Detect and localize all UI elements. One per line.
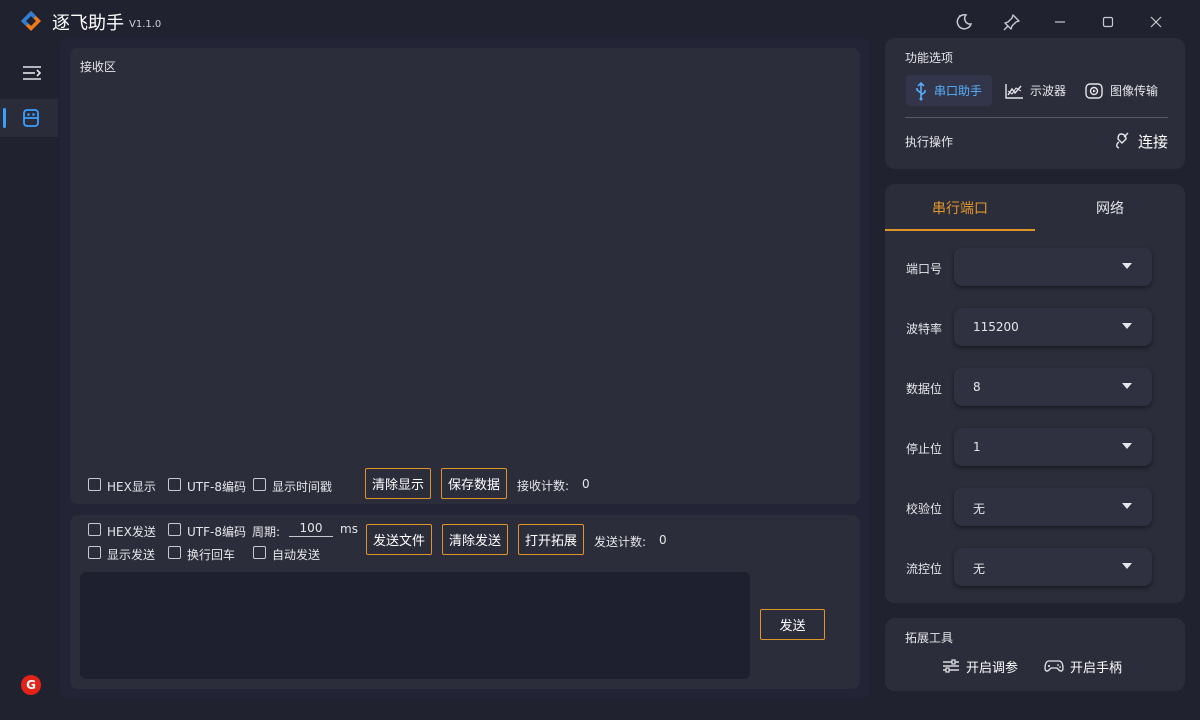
flow-control-value: 无 — [973, 562, 986, 576]
tab-oscilloscope-label: 示波器 — [1030, 84, 1067, 98]
functions-divider — [905, 117, 1168, 118]
clear-display-button[interactable]: 清除显示 — [365, 468, 431, 499]
parity-select[interactable]: 无 — [954, 488, 1152, 526]
tab-serial-assistant-label: 串口助手 — [934, 84, 983, 98]
theme-toggle-button[interactable] — [950, 8, 978, 36]
tab-network[interactable]: 网络 — [1096, 198, 1124, 218]
plug-icon — [1116, 132, 1129, 149]
active-tab-underline — [885, 229, 1035, 231]
tab-serial-assistant[interactable]: 串口助手 — [906, 75, 992, 106]
chevron-down-icon — [1122, 263, 1132, 269]
chevron-down-icon — [1122, 323, 1132, 329]
maximize-icon — [1102, 16, 1114, 28]
chevron-down-icon — [1122, 383, 1132, 389]
baud-rate-label: 波特率 — [906, 322, 943, 336]
receive-panel[interactable] — [70, 48, 860, 504]
maximize-button[interactable] — [1094, 8, 1122, 36]
stop-bits-value: 1 — [973, 440, 981, 454]
port-label: 端口号 — [906, 262, 943, 276]
send-count-value: 0 — [659, 533, 667, 547]
image-transfer-icon — [1085, 82, 1103, 99]
parity-value: 无 — [973, 502, 986, 516]
usb-icon — [916, 81, 926, 100]
baud-rate-value: 115200 — [973, 320, 1019, 334]
app-title: 逐飞助手 — [52, 13, 124, 34]
close-icon — [1150, 16, 1162, 28]
flow-control-label: 流控位 — [906, 562, 943, 576]
action-label: 执行操作 — [905, 135, 954, 149]
data-bits-value: 8 — [973, 380, 981, 394]
parity-label: 校验位 — [906, 502, 943, 516]
open-gamepad-label: 开启手柄 — [1070, 660, 1123, 676]
newline-checkbox[interactable] — [168, 546, 181, 559]
period-label: 周期: — [252, 525, 281, 539]
tab-image-transfer[interactable]: 图像传输 — [1076, 75, 1166, 106]
show-send-checkbox[interactable] — [88, 546, 101, 559]
minimize-button[interactable] — [1046, 8, 1074, 36]
show-send-label: 显示发送 — [107, 548, 156, 562]
pin-button[interactable] — [998, 8, 1026, 36]
tab-oscilloscope[interactable]: 示波器 — [996, 75, 1074, 106]
newline-label: 换行回车 — [187, 548, 236, 562]
receive-count-value: 0 — [582, 477, 590, 491]
connect-label: 连接 — [1138, 132, 1169, 151]
app-logo-icon — [21, 11, 41, 31]
stop-bits-select[interactable]: 1 — [954, 428, 1152, 466]
clear-send-button[interactable]: 清除发送 — [442, 524, 508, 555]
period-input[interactable]: 100 — [289, 521, 333, 537]
utf8-receive-label: UTF-8编码 — [187, 480, 246, 494]
hex-display-checkbox[interactable] — [88, 478, 101, 491]
period-unit: ms — [340, 522, 358, 536]
moon-icon — [956, 14, 973, 30]
send-input[interactable] — [80, 572, 750, 679]
timestamp-label: 显示时间戳 — [272, 480, 333, 494]
hex-send-checkbox[interactable] — [88, 523, 101, 536]
brand-logo-icon: G — [21, 675, 41, 695]
chevron-down-icon — [1122, 443, 1132, 449]
save-data-button[interactable]: 保存数据 — [441, 468, 507, 499]
rail-active-indicator — [3, 108, 6, 128]
flow-control-select[interactable]: 无 — [954, 548, 1152, 586]
receive-count-label: 接收计数: — [517, 479, 570, 493]
utf8-receive-checkbox[interactable] — [168, 478, 181, 491]
utf8-send-label: UTF-8编码 — [187, 525, 246, 539]
chevron-down-icon — [1122, 563, 1132, 569]
port-select[interactable] — [954, 248, 1152, 286]
collapse-menu-icon[interactable] — [20, 62, 44, 84]
send-file-button[interactable]: 发送文件 — [366, 524, 432, 555]
functions-title: 功能选项 — [905, 51, 954, 65]
hex-send-label: HEX发送 — [107, 525, 156, 539]
tab-serial-port[interactable]: 串行端口 — [932, 198, 988, 218]
utf8-send-checkbox[interactable] — [168, 523, 181, 536]
sliders-icon — [943, 659, 959, 673]
auto-send-label: 自动发送 — [272, 548, 321, 562]
timestamp-checkbox[interactable] — [253, 478, 266, 491]
open-gamepad-button[interactable]: 开启手柄 — [1044, 655, 1122, 677]
title-bar: 逐飞助手 V1.1.0 — [0, 0, 1200, 42]
tab-image-transfer-label: 图像传输 — [1110, 84, 1159, 98]
app-version: V1.1.0 — [129, 19, 162, 30]
robot-icon — [23, 109, 39, 127]
oscilloscope-icon — [1005, 83, 1023, 99]
data-bits-select[interactable]: 8 — [954, 368, 1152, 406]
chevron-down-icon — [1122, 503, 1132, 509]
minimize-icon — [1055, 21, 1065, 23]
open-tuning-button[interactable]: 开启调参 — [942, 655, 1018, 677]
pin-icon — [1003, 14, 1020, 31]
extensions-title: 拓展工具 — [905, 631, 954, 645]
stop-bits-label: 停止位 — [906, 442, 943, 456]
gamepad-icon — [1044, 660, 1064, 672]
baud-rate-select[interactable]: 115200 — [954, 308, 1152, 346]
open-tuning-label: 开启调参 — [966, 660, 1019, 676]
auto-send-checkbox[interactable] — [253, 546, 266, 559]
close-button[interactable] — [1142, 8, 1170, 36]
data-bits-label: 数据位 — [906, 382, 943, 396]
open-extension-button[interactable]: 打开拓展 — [518, 524, 584, 555]
hex-display-label: HEX显示 — [107, 480, 156, 494]
send-count-label: 发送计数: — [594, 535, 647, 549]
connect-button[interactable]: 连接 — [1113, 130, 1168, 152]
receive-title: 接收区 — [80, 60, 117, 74]
send-button[interactable]: 发送 — [760, 609, 825, 640]
